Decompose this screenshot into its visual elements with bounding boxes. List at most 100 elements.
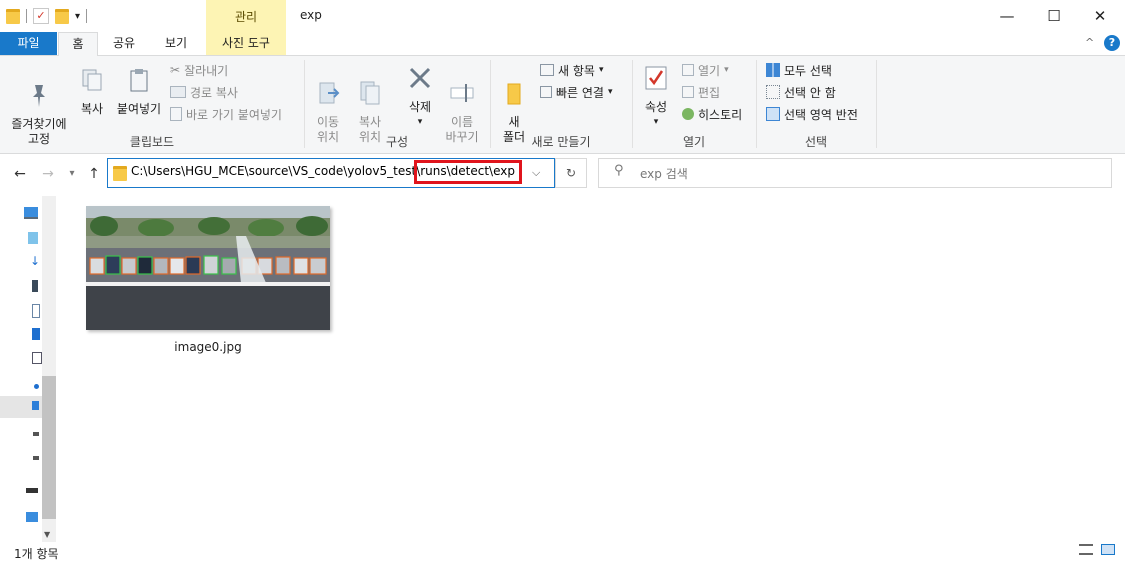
drive-icon[interactable] [33, 456, 39, 460]
recent-locations-chevron-icon[interactable]: ▾ [62, 164, 82, 184]
file-thumbnail[interactable] [86, 206, 330, 330]
nav-scrollbar-thumb[interactable] [42, 376, 56, 519]
address-folder-icon [113, 166, 127, 181]
search-input[interactable]: exp 검색 [640, 165, 688, 182]
rename-icon [450, 84, 474, 102]
folder-icon [6, 8, 20, 24]
tab-home[interactable]: 홈 [58, 32, 98, 57]
history-button[interactable]: 히스토리 [682, 104, 742, 124]
properties-check-icon[interactable]: ✓ [33, 8, 49, 24]
group-label-organize: 구성 [385, 135, 409, 149]
delete-button[interactable]: 삭제 ▾ [400, 64, 440, 130]
network-icon[interactable] [26, 512, 38, 522]
copy-path-icon [170, 86, 186, 98]
properties-label: 속성 [644, 100, 668, 114]
select-none-icon [766, 85, 780, 99]
documents-icon[interactable] [32, 304, 40, 318]
drive-icon[interactable] [33, 432, 39, 436]
customize-qat-icon[interactable]: ▾ [75, 11, 80, 22]
paste-icon [130, 69, 148, 92]
collapse-ribbon-icon[interactable]: ^ [1085, 36, 1094, 49]
delete-x-icon [409, 67, 431, 89]
chevron-down-icon: ▾ [653, 117, 659, 127]
context-tab-manage[interactable]: 관리 [206, 0, 286, 32]
up-button[interactable]: ↑ [84, 164, 104, 184]
file-name[interactable]: image0.jpg [86, 340, 330, 354]
easy-access-button[interactable]: 빠른 연결 ▾ [540, 82, 613, 102]
this-pc-icon[interactable] [24, 207, 38, 219]
properties-button[interactable]: 속성 ▾ [638, 64, 674, 130]
scissors-icon: ✂ [170, 63, 181, 77]
view-toggle [1079, 544, 1115, 555]
history-icon [682, 108, 694, 120]
desktop-icon[interactable] [32, 328, 40, 340]
close-button[interactable]: ✕ [1077, 0, 1123, 32]
group-divider [876, 60, 877, 148]
music-icon[interactable] [34, 384, 39, 389]
pin-icon [33, 85, 45, 107]
divider [86, 9, 88, 23]
help-icon[interactable]: ? [1104, 35, 1120, 51]
details-view-icon[interactable] [1079, 544, 1093, 555]
downloads-icon[interactable]: ↓ [30, 254, 40, 268]
open-button[interactable]: 열기 ▾ [682, 60, 729, 80]
cut-button[interactable]: ✂ 잘라내기 [170, 60, 228, 80]
chevron-down-icon: ▾ [417, 117, 423, 127]
copy-button[interactable]: 복사 [76, 66, 108, 117]
network-drive-icon[interactable] [26, 488, 38, 493]
divider [26, 9, 27, 23]
pictures-icon[interactable] [32, 352, 42, 364]
minimize-button[interactable]: — [984, 0, 1030, 32]
copy-to-icon [360, 81, 380, 105]
new-item-label: 새 항목 [558, 63, 595, 78]
tab-file[interactable]: 파일 [0, 32, 57, 55]
new-folder-big-icon [507, 83, 521, 105]
invert-selection-label: 선택 영역 반전 [784, 107, 858, 122]
group-label-select: 선택 [804, 135, 828, 149]
large-icons-view-icon[interactable] [1101, 544, 1115, 555]
tab-picture-tools[interactable]: 사진 도구 [206, 32, 286, 55]
paste-button[interactable]: 붙여넣기 [114, 66, 164, 117]
new-item-button[interactable]: 새 항목 ▾ [540, 60, 603, 80]
select-none-button[interactable]: 선택 안 함 [766, 82, 836, 102]
maximize-button[interactable]: ☐ [1031, 0, 1077, 32]
chevron-down-icon: ▾ [724, 65, 729, 75]
new-item-icon [540, 64, 554, 76]
tab-share[interactable]: 공유 [100, 32, 148, 55]
properties-icon [645, 66, 667, 90]
select-all-button[interactable]: 모두 선택 [766, 60, 832, 80]
address-dropdown-chevron-icon[interactable]: ⌵ [532, 166, 540, 180]
refresh-button[interactable]: ↻ [555, 158, 587, 188]
easy-access-label: 빠른 연결 [556, 85, 604, 100]
easy-access-icon [540, 86, 552, 98]
edit-button[interactable]: 편집 [682, 82, 720, 102]
paste-shortcut-label: 바로 가기 붙여넣기 [186, 107, 282, 122]
select-all-icon [766, 63, 780, 77]
edit-icon [682, 86, 694, 98]
item-count: 1개 항목 [14, 547, 59, 561]
invert-selection-button[interactable]: 선택 영역 반전 [766, 104, 858, 124]
3d-objects-icon[interactable] [28, 232, 38, 244]
forward-button[interactable]: → [38, 164, 58, 184]
copy-icon [82, 69, 102, 91]
paste-shortcut-button[interactable]: 바로 가기 붙여넣기 [170, 104, 282, 124]
videos-icon[interactable] [32, 280, 38, 292]
open-icon [682, 64, 694, 76]
copy-path-button[interactable]: 경로 복사 [170, 82, 238, 102]
copy-label: 복사 [80, 102, 104, 116]
highlight-box [414, 160, 522, 184]
scroll-down-arrow-icon[interactable]: ▼ [44, 530, 50, 539]
paste-shortcut-icon [170, 107, 182, 121]
copy-path-label: 경로 복사 [190, 85, 238, 100]
back-button[interactable]: ← [10, 164, 30, 184]
windows-drive-icon[interactable] [32, 401, 39, 410]
new-folder-icon[interactable] [55, 8, 69, 24]
group-label-open: 열기 [682, 135, 706, 149]
parking-lot-image [86, 206, 330, 330]
chevron-down-icon: ▾ [598, 65, 604, 75]
open-label: 열기 [698, 63, 721, 78]
tab-view[interactable]: 보기 [150, 32, 202, 55]
invert-selection-icon [766, 107, 780, 121]
window-title: exp [300, 8, 322, 22]
group-label-new: 새로 만들기 [531, 135, 591, 149]
